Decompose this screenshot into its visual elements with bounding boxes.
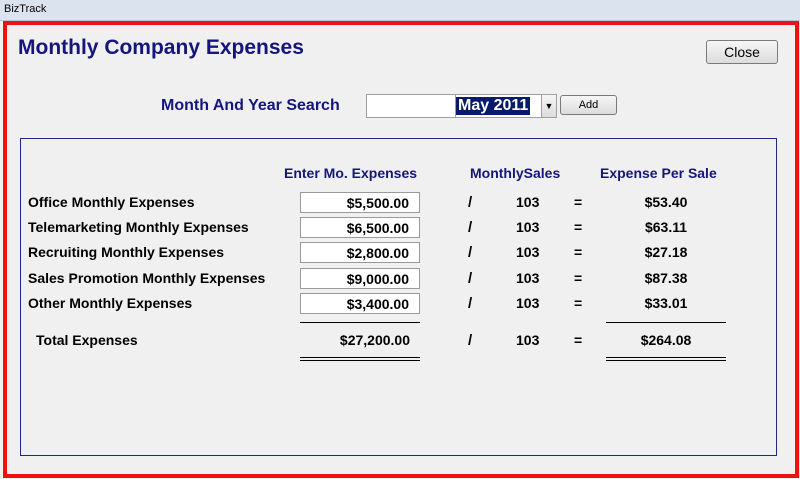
per-sale-value: $27.18	[644, 244, 688, 260]
sales-value: 103	[516, 194, 540, 210]
total-sales-value: 103	[516, 332, 540, 348]
row-label-recruiting: Recruiting Monthly Expenses	[28, 244, 225, 260]
equals-sign: =	[574, 332, 583, 348]
sales-value: 103	[516, 219, 540, 235]
row-label-office: Office Monthly Expenses	[28, 194, 195, 210]
amount-value: $5,500.00	[346, 195, 409, 211]
window-titlebar: BizTrack	[0, 0, 800, 21]
sum-line-expenses	[300, 322, 420, 323]
sales-value: 103	[516, 295, 540, 311]
search-input[interactable]	[366, 94, 456, 118]
per-sale-value: $33.01	[644, 295, 688, 311]
divide-sign: /	[468, 295, 473, 312]
sales-value: 103	[516, 270, 540, 286]
amount-field-office[interactable]: $5,500.00	[300, 192, 420, 213]
chevron-down-icon[interactable]: ▼	[541, 95, 556, 117]
amount-field-telemarketing[interactable]: $6,500.00	[300, 217, 420, 238]
month-year-select[interactable]: May 2011 ▼	[455, 94, 557, 118]
per-sale-value: $87.38	[644, 270, 688, 286]
page-title: Monthly Company Expenses	[18, 36, 304, 59]
divide-sign: /	[468, 194, 473, 211]
amount-value: $2,800.00	[346, 245, 409, 261]
header-per-sale: Expense Per Sale	[600, 165, 717, 181]
app-title: BizTrack	[4, 3, 47, 15]
amount-value: $3,400.00	[346, 296, 409, 312]
double-underline-expenses	[300, 357, 420, 358]
equals-sign: =	[574, 194, 583, 210]
double-underline-per-sale	[606, 357, 726, 358]
amount-value: $9,000.00	[346, 271, 409, 287]
amount-field-sales-promotion[interactable]: $9,000.00	[300, 268, 420, 289]
search-label: Month And Year Search	[161, 97, 340, 114]
header-sales: MonthlySales	[470, 165, 561, 181]
close-button[interactable]: Close	[706, 40, 778, 64]
divide-sign: /	[468, 219, 473, 236]
sales-value: 103	[516, 244, 540, 260]
double-underline-expenses	[300, 360, 420, 361]
add-button[interactable]: Add	[560, 95, 617, 115]
divide-sign: /	[468, 244, 473, 261]
row-label-sales-promotion: Sales Promotion Monthly Expenses	[28, 270, 266, 286]
total-per-sale: $264.08	[640, 332, 692, 348]
equals-sign: =	[574, 219, 583, 235]
amount-value: $6,500.00	[346, 220, 409, 236]
double-underline-per-sale	[606, 360, 726, 361]
selected-month: May 2011	[456, 97, 531, 115]
equals-sign: =	[574, 295, 583, 311]
divide-sign: /	[468, 332, 473, 349]
amount-field-other[interactable]: $3,400.00	[300, 293, 420, 314]
per-sale-value: $63.11	[644, 219, 688, 235]
row-label-other: Other Monthly Expenses	[28, 295, 193, 311]
total-amount: $27,200.00	[339, 332, 410, 348]
per-sale-value: $53.40	[644, 194, 688, 210]
equals-sign: =	[574, 270, 583, 286]
amount-field-recruiting[interactable]: $2,800.00	[300, 242, 420, 263]
row-label-telemarketing: Telemarketing Monthly Expenses	[28, 219, 249, 235]
divide-sign: /	[468, 270, 473, 287]
sum-line-per-sale	[606, 322, 726, 323]
header-expenses: Enter Mo. Expenses	[284, 165, 418, 181]
equals-sign: =	[574, 244, 583, 260]
total-label: Total Expenses	[36, 332, 138, 348]
